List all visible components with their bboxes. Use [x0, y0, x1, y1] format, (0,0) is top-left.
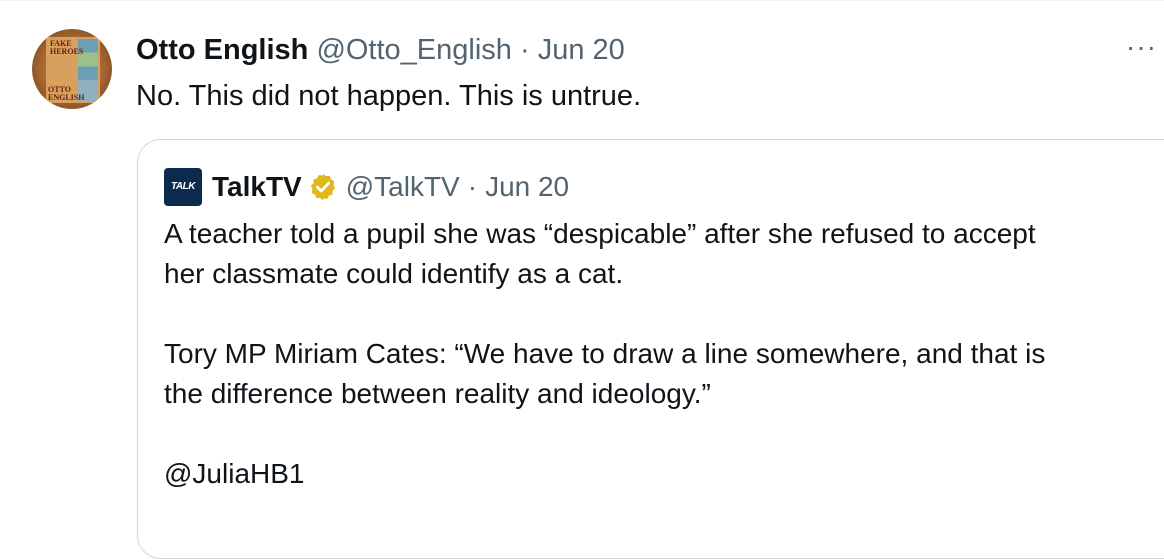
quoted-tweet-header: TALK TalkTV @TalkTV · Jun 20: [164, 168, 569, 206]
separator-dot: ·: [519, 34, 530, 66]
quoted-tweet-text: A teacher told a pupil she was “despicab…: [164, 214, 1045, 494]
verified-badge-icon: [310, 173, 335, 201]
talktv-logo-avatar[interactable]: TALK: [164, 168, 202, 206]
tweet-header: Otto English @Otto_English · Jun 20: [136, 31, 625, 69]
quoted-mention-link[interactable]: @JuliaHB1: [164, 454, 1045, 494]
more-options-icon[interactable]: ···: [1126, 31, 1157, 63]
author-handle[interactable]: @Otto_English: [316, 34, 511, 66]
tweet[interactable]: FAKE HEROES OTTO ENGLISH Otto English @O…: [0, 0, 1164, 559]
author-name[interactable]: Otto English: [136, 34, 308, 66]
avatar-title-text: FAKE HEROES: [50, 39, 84, 56]
avatar-author-text: OTTO ENGLISH: [48, 85, 85, 102]
quoted-tweet[interactable]: TALK TalkTV @TalkTV · Jun 20 A teacher t…: [137, 139, 1164, 559]
quoted-text-line: the difference between reality and ideol…: [164, 378, 711, 409]
quoted-text-line: Tory MP Miriam Cates: “We have to draw a…: [164, 338, 1046, 369]
quoted-tweet-date[interactable]: Jun 20: [485, 169, 569, 205]
tweet-date[interactable]: Jun 20: [538, 34, 625, 66]
quoted-text-line: A teacher told a pupil she was “despicab…: [164, 218, 1036, 249]
quoted-separator-dot: ·: [467, 171, 478, 202]
quoted-text-line: her classmate could identify as a cat.: [164, 258, 624, 289]
quoted-author-name[interactable]: TalkTV: [212, 169, 302, 205]
avatar[interactable]: FAKE HEROES OTTO ENGLISH: [32, 29, 112, 109]
quoted-author-handle[interactable]: @TalkTV: [346, 169, 460, 205]
tweet-text: No. This did not happen. This is untrue.: [136, 80, 642, 112]
